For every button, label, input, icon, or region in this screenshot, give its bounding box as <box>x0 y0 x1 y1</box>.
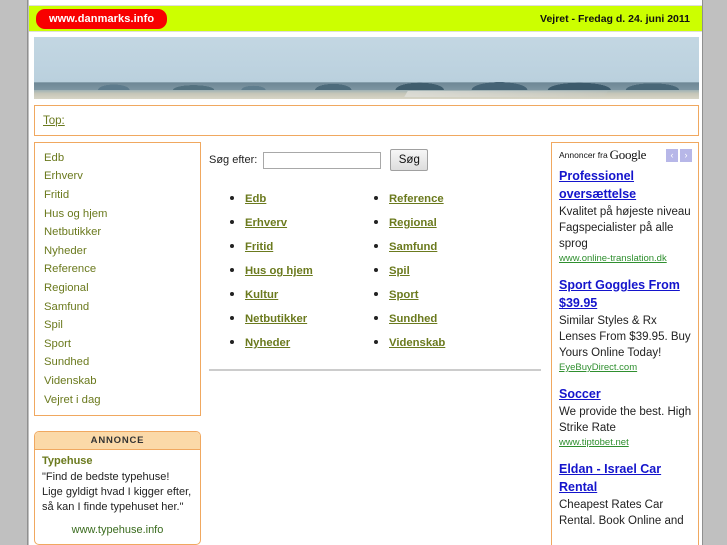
link-erhverv[interactable]: Erhverv <box>245 217 287 229</box>
list-item: Sundhed <box>389 309 497 327</box>
ad-url[interactable]: EyeBuyDirect.com <box>559 362 692 373</box>
link-reference[interactable]: Reference <box>389 193 444 205</box>
search-input[interactable] <box>263 151 382 169</box>
main-content: Søg efter: Søg Edb Erhverv Fritid Hus og… <box>201 142 551 371</box>
ad-url[interactable]: www.tiptobet.net <box>559 437 692 448</box>
link-sport[interactable]: Sport <box>389 289 419 301</box>
site-header-bar: www.danmarks.info Vejret - Fredag d. 24.… <box>29 5 702 32</box>
sidebar-item-reference[interactable]: Reference <box>35 261 200 280</box>
ads-pager: ‹ › <box>666 148 692 162</box>
list-item: Samfund <box>389 237 497 255</box>
ad-title[interactable]: Professionel oversættelse <box>559 169 636 201</box>
sidebar: Edb Erhverv Fritid Hus og hjem Netbutikk… <box>34 142 201 545</box>
search-label: Søg efter: <box>209 154 258 166</box>
chevron-right-icon[interactable]: › <box>680 148 692 162</box>
google-ads-box: Annoncer fra Google ‹ › Professionel ove… <box>551 142 699 545</box>
list-item: Nyheder <box>245 333 353 351</box>
ad-body: Typehuse "Find de bedste typehuse! Lige … <box>35 450 200 544</box>
list-item: Videnskab <box>389 333 497 351</box>
list-item: Regional <box>389 213 497 231</box>
link-nyheder[interactable]: Nyheder <box>245 337 290 349</box>
list-item: Reference <box>389 189 497 207</box>
ads-provider-label: Annoncer fra <box>559 150 608 160</box>
sidebar-item-edb[interactable]: Edb <box>35 149 200 168</box>
content-columns: Edb Erhverv Fritid Hus og hjem Netbutikk… <box>34 142 699 545</box>
ad-title[interactable]: Soccer <box>559 387 601 401</box>
header-landscape-photo <box>34 37 699 99</box>
banner-road <box>404 91 608 97</box>
content-divider <box>209 369 541 371</box>
google-ad-item[interactable]: Soccer We provide the best. High Strike … <box>559 385 692 448</box>
ads-sidebar: Annoncer fra Google ‹ › Professionel ove… <box>551 142 699 545</box>
link-column-1: Edb Erhverv Fritid Hus og hjem Kultur Ne… <box>209 189 353 357</box>
link-regional[interactable]: Regional <box>389 217 437 229</box>
search-form: Søg efter: Søg <box>209 149 545 171</box>
list-item: Kultur <box>245 285 353 303</box>
ad-description: Similar Styles & Rx Lenses From $39.95. … <box>559 315 691 359</box>
window-left-margin <box>0 0 28 545</box>
sidebar-item-hus-og-hjem[interactable]: Hus og hjem <box>35 205 200 224</box>
site-logo-tag[interactable]: www.danmarks.info <box>36 8 168 29</box>
ad-url[interactable]: www.typehuse.info <box>42 524 193 536</box>
browser-viewport: www.danmarks.info Vejret - Fredag d. 24.… <box>0 0 727 545</box>
banner-treeline <box>34 77 699 90</box>
ad-description: Kvalitet på højeste niveau Fagspecialist… <box>559 206 691 250</box>
sidebar-item-videnskab[interactable]: Videnskab <box>35 372 200 391</box>
link-samfund[interactable]: Samfund <box>389 241 437 253</box>
list-item: Fritid <box>245 237 353 255</box>
list-item: Hus og hjem <box>245 261 353 279</box>
sidebar-item-samfund[interactable]: Samfund <box>35 298 200 317</box>
link-edb[interactable]: Edb <box>245 193 266 205</box>
banner-sky <box>34 37 699 82</box>
page-content: www.danmarks.info Vejret - Fredag d. 24.… <box>29 0 702 545</box>
category-list-box: Edb Erhverv Fritid Hus og hjem Netbutikk… <box>34 142 201 417</box>
window-right-margin <box>702 0 727 545</box>
ad-title[interactable]: Sport Goggles From $39.95 <box>559 278 680 310</box>
sidebar-item-vejret-i-dag[interactable]: Vejret i dag <box>35 391 200 410</box>
google-ad-item[interactable]: Professionel oversættelse Kvalitet på hø… <box>559 167 692 264</box>
ad-title[interactable]: Eldan - Israel Car Rental <box>559 462 661 494</box>
sidebar-item-fritid[interactable]: Fritid <box>35 186 200 205</box>
ad-description: We provide the best. High Strike Rate <box>559 406 692 434</box>
category-link-grid: Edb Erhverv Fritid Hus og hjem Kultur Ne… <box>209 189 545 357</box>
link-kultur[interactable]: Kultur <box>245 289 278 301</box>
ad-url[interactable]: www.online-translation.dk <box>559 253 692 264</box>
sidebar-item-sport[interactable]: Sport <box>35 335 200 354</box>
ad-text: "Find de bedste typehuse! Lige gyldigt h… <box>42 470 192 513</box>
sidebar-ad-typehuse[interactable]: ANNONCE Typehuse "Find de bedste typehus… <box>34 431 201 545</box>
sidebar-item-netbutikker[interactable]: Netbutikker <box>35 223 200 242</box>
list-item: Spil <box>389 261 497 279</box>
ad-description: Cheapest Rates Car Rental. Book Online a… <box>559 499 684 527</box>
google-ad-item[interactable]: Sport Goggles From $39.95 Similar Styles… <box>559 276 692 373</box>
list-item: Erhverv <box>245 213 353 231</box>
link-sundhed[interactable]: Sundhed <box>389 313 437 325</box>
link-column-2: Reference Regional Samfund Spil Sport Su… <box>353 189 497 357</box>
search-button[interactable]: Søg <box>390 149 429 171</box>
google-logo: Google <box>609 147 647 162</box>
list-item: Netbutikker <box>245 309 353 327</box>
list-item: Edb <box>245 189 353 207</box>
weather-date-text: Vejret - Fredag d. 24. juni 2011 <box>540 12 690 25</box>
list-item: Sport <box>389 285 497 303</box>
ad-label: ANNONCE <box>35 432 200 450</box>
breadcrumb-top-link[interactable]: Top: <box>43 115 65 127</box>
sidebar-item-regional[interactable]: Regional <box>35 279 200 298</box>
sidebar-item-sundhed[interactable]: Sundhed <box>35 354 200 373</box>
ad-title[interactable]: Typehuse <box>42 455 193 467</box>
link-spil[interactable]: Spil <box>389 265 410 277</box>
chevron-left-icon[interactable]: ‹ <box>666 148 678 162</box>
link-netbutikker[interactable]: Netbutikker <box>245 313 307 325</box>
link-videnskab[interactable]: Videnskab <box>389 337 445 349</box>
sidebar-item-spil[interactable]: Spil <box>35 316 200 335</box>
google-ads-header: Annoncer fra Google ‹ › <box>559 147 692 163</box>
sidebar-item-nyheder[interactable]: Nyheder <box>35 242 200 261</box>
sidebar-item-erhverv[interactable]: Erhverv <box>35 168 200 187</box>
breadcrumb-box: Top: <box>34 105 699 136</box>
google-ad-item[interactable]: Eldan - Israel Car Rental Cheapest Rates… <box>559 460 692 529</box>
link-fritid[interactable]: Fritid <box>245 241 273 253</box>
link-hus-og-hjem[interactable]: Hus og hjem <box>245 265 313 277</box>
